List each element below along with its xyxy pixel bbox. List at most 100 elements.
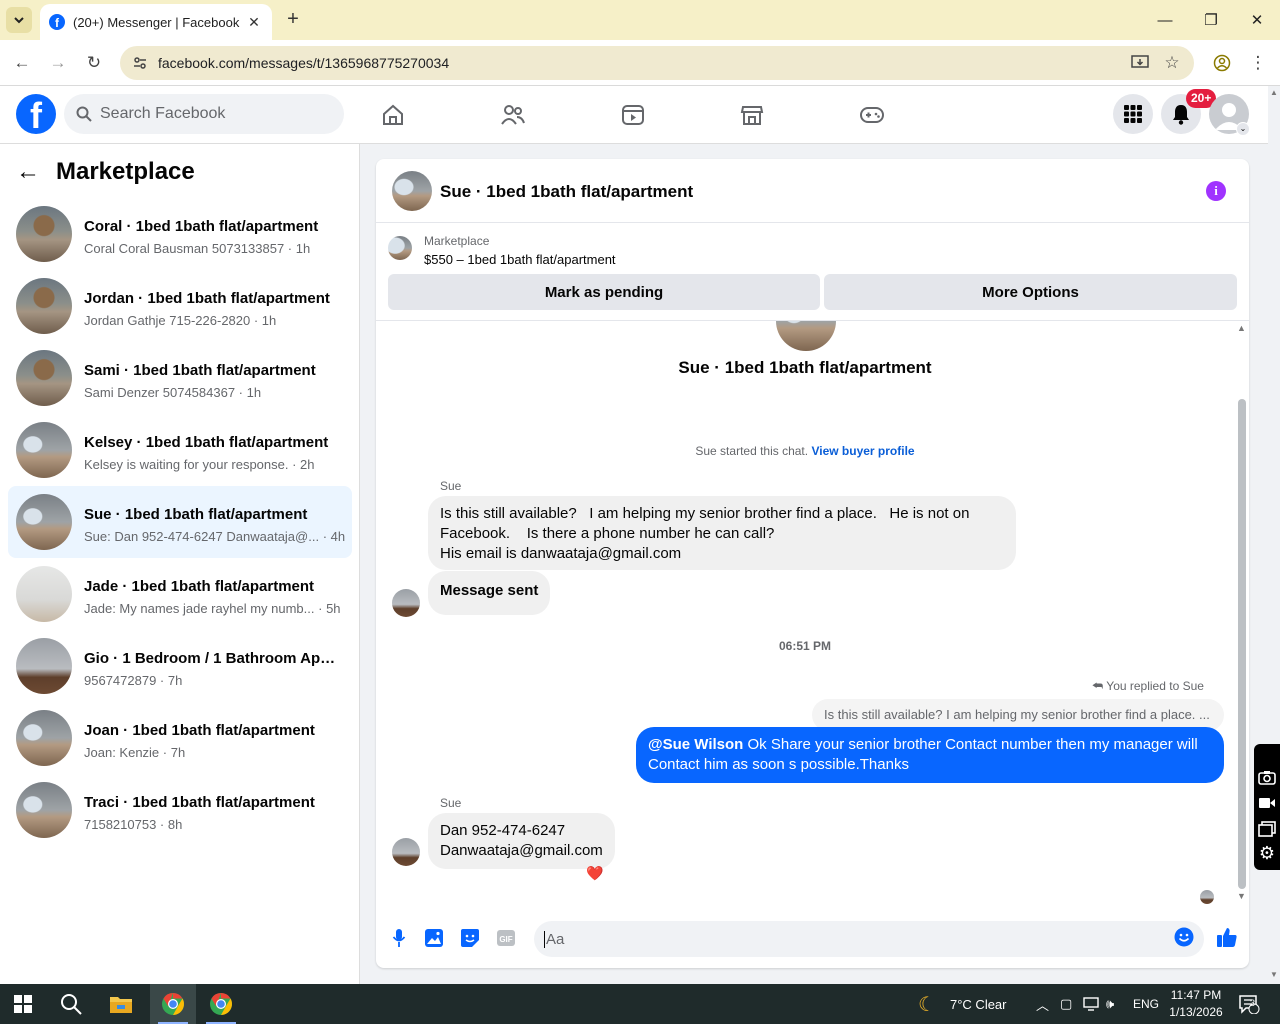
taskbar-clock[interactable]: 11:47 PM 1/13/2026: [1164, 987, 1228, 1021]
network-icon[interactable]: [1083, 984, 1099, 1024]
volume-icon[interactable]: 🕪: [1106, 984, 1114, 1024]
conversation-row[interactable]: Jade · 1bed 1bath flat/apartment Jade: My…: [8, 558, 352, 630]
tab-search-button[interactable]: [6, 7, 32, 33]
listing-title[interactable]: $550 – 1bed 1bath flat/apartment: [424, 252, 616, 267]
install-app-icon[interactable]: [1126, 49, 1154, 77]
conversation-row[interactable]: Kelsey · 1bed 1bath flat/apartment Kelsey…: [8, 414, 352, 486]
profile-name: Sue · 1bed 1bath flat/apartment: [678, 358, 932, 377]
meet-now-icon[interactable]: ▢: [1060, 984, 1072, 1024]
page-scroll-up-icon[interactable]: ▲: [1270, 88, 1278, 97]
search-box[interactable]: Search Facebook: [64, 94, 344, 134]
reload-icon[interactable]: ↻: [80, 49, 108, 77]
outgoing-message[interactable]: @Sue Wilson Ok Share your senior brother…: [636, 727, 1224, 783]
facebook-logo-icon[interactable]: f: [16, 94, 56, 134]
conversation-row[interactable]: Gio · 1 Bedroom / 1 Bathroom Apa... 95674…: [8, 630, 352, 702]
mark-as-pending-button[interactable]: Mark as pending: [388, 274, 820, 310]
site-info-icon[interactable]: [130, 53, 150, 73]
gif-icon[interactable]: GIF: [495, 927, 517, 949]
started-text: Sue started this chat.: [695, 444, 809, 458]
clock-date: 1/13/2026: [1169, 1005, 1223, 1019]
notification-center-icon[interactable]: 3: [1238, 984, 1260, 1024]
windows-start-icon[interactable]: [0, 984, 46, 1024]
conversation-preview: 7158210753 · 8h: [84, 817, 182, 832]
conversation-row[interactable]: Sami · 1bed 1bath flat/apartment Sami Den…: [8, 342, 352, 414]
message-text: Ok Share your senior brother Contact num…: [743, 736, 1198, 753]
chrome-taskbar-icon[interactable]: [198, 984, 244, 1024]
file-explorer-icon[interactable]: [98, 984, 144, 1024]
conversation-time: 2h: [300, 457, 315, 472]
close-window-icon[interactable]: ✕: [1242, 8, 1272, 32]
info-icon[interactable]: i: [1206, 181, 1226, 201]
search-placeholder: Search Facebook: [100, 105, 226, 122]
emoji-icon[interactable]: [1174, 927, 1194, 951]
back-icon[interactable]: ←: [8, 49, 36, 77]
message-line: Facebook. Is there a phone number he can…: [440, 525, 775, 542]
video-icon[interactable]: [618, 100, 648, 130]
marketplace-bar: Marketplace $550 – 1bed 1bath flat/apart…: [376, 223, 1249, 321]
photo-icon[interactable]: [423, 927, 445, 949]
gaming-icon[interactable]: [857, 100, 887, 130]
forward-icon[interactable]: →: [44, 49, 72, 77]
thread-scrollbar[interactable]: ▲ ▼: [1234, 321, 1249, 905]
friends-icon[interactable]: [498, 100, 528, 130]
bookmark-star-icon[interactable]: ☆: [1158, 49, 1186, 77]
sticker-icon[interactable]: [459, 927, 481, 949]
camera-icon[interactable]: [1258, 768, 1276, 786]
video-camera-icon[interactable]: [1258, 794, 1276, 812]
scroll-down-icon[interactable]: ▼: [1237, 891, 1246, 901]
like-thumb-icon[interactable]: [1215, 925, 1239, 949]
message-input[interactable]: Aa: [534, 921, 1204, 957]
microphone-icon[interactable]: [388, 927, 410, 949]
browser-menu-icon[interactable]: ⋮: [1244, 49, 1272, 77]
taskbar-search-icon[interactable]: [48, 984, 94, 1024]
weather-moon-icon[interactable]: ☾: [918, 984, 936, 1024]
conversation-preview: 9567472879 · 7h: [84, 673, 182, 688]
view-buyer-profile-link[interactable]: View buyer profile: [811, 444, 914, 458]
conversation-row[interactable]: Joan · 1bed 1bath flat/apartment Joan: Ke…: [8, 702, 352, 774]
conversation-row[interactable]: Sue · 1bed 1bath flat/apartment Sue: Dan …: [8, 486, 352, 558]
marketplace-icon[interactable]: [737, 100, 767, 130]
conversation-thumbnail: [16, 422, 72, 478]
incoming-message[interactable]: Message sent: [428, 571, 551, 615]
separator-dot: ·: [284, 241, 296, 256]
show-hidden-icons-icon[interactable]: ︿: [1036, 984, 1049, 1024]
chat-title[interactable]: Sue · 1bed 1bath flat/apartment: [440, 182, 693, 202]
sender-avatar[interactable]: [392, 838, 420, 866]
address-bar[interactable]: facebook.com/messages/t/1365968775270034: [120, 46, 1194, 80]
sender-name: Sue: [440, 479, 462, 493]
restore-icon[interactable]: ❐: [1196, 8, 1226, 32]
incoming-message[interactable]: Is this still available? I am helping my…: [428, 496, 1016, 570]
scroll-up-icon[interactable]: ▲: [1237, 323, 1246, 333]
scroll-thumb[interactable]: [1238, 399, 1246, 889]
more-options-button[interactable]: More Options: [824, 274, 1237, 310]
minimize-icon[interactable]: —: [1150, 8, 1180, 32]
home-icon[interactable]: [378, 100, 408, 130]
account-chevron-icon[interactable]: ⌄: [1236, 122, 1250, 136]
conversation-row[interactable]: Traci · 1bed 1bath flat/apartment 7158210…: [8, 774, 352, 846]
conversation-row[interactable]: Jordan · 1bed 1bath flat/apartment Jordan…: [8, 270, 352, 342]
separator-dot: ·: [159, 745, 171, 760]
settings-gear-icon[interactable]: ⚙: [1258, 843, 1276, 863]
mention[interactable]: @Sue Wilson: [648, 736, 743, 753]
sender-avatar[interactable]: [392, 589, 420, 617]
page-scroll-down-icon[interactable]: ▼: [1270, 970, 1278, 979]
separator-dot: ·: [235, 385, 247, 400]
composer-placeholder: Aa: [544, 930, 565, 948]
profile-icon[interactable]: [1208, 49, 1236, 77]
window-icon[interactable]: [1258, 820, 1276, 838]
weather-text[interactable]: 7°C Clear: [950, 984, 1007, 1024]
listing-thumbnail[interactable]: [388, 236, 412, 260]
language-indicator[interactable]: ENG: [1133, 984, 1159, 1024]
incoming-message[interactable]: Dan 952-474-6247 Danwaataja@gmail.com: [428, 813, 615, 869]
conversation-preview: Sue: Dan 952-474-6247 Danwaataja@... · 4…: [84, 529, 345, 544]
back-arrow-icon[interactable]: ←: [16, 158, 48, 186]
menu-grid-icon[interactable]: [1113, 94, 1153, 134]
heart-reaction-icon[interactable]: ❤️: [586, 865, 603, 882]
browser-tab[interactable]: f (20+) Messenger | Facebook ✕: [40, 4, 272, 40]
chrome-taskbar-icon-active[interactable]: [150, 984, 196, 1024]
chat-avatar[interactable]: [392, 171, 432, 211]
tab-close-icon[interactable]: ✕: [244, 12, 264, 32]
conversation-row[interactable]: Coral · 1bed 1bath flat/apartment Coral C…: [8, 198, 352, 270]
new-tab-button[interactable]: +: [282, 9, 304, 31]
conversation-snippet: Jordan Gathje 715-226-2820: [84, 313, 251, 328]
